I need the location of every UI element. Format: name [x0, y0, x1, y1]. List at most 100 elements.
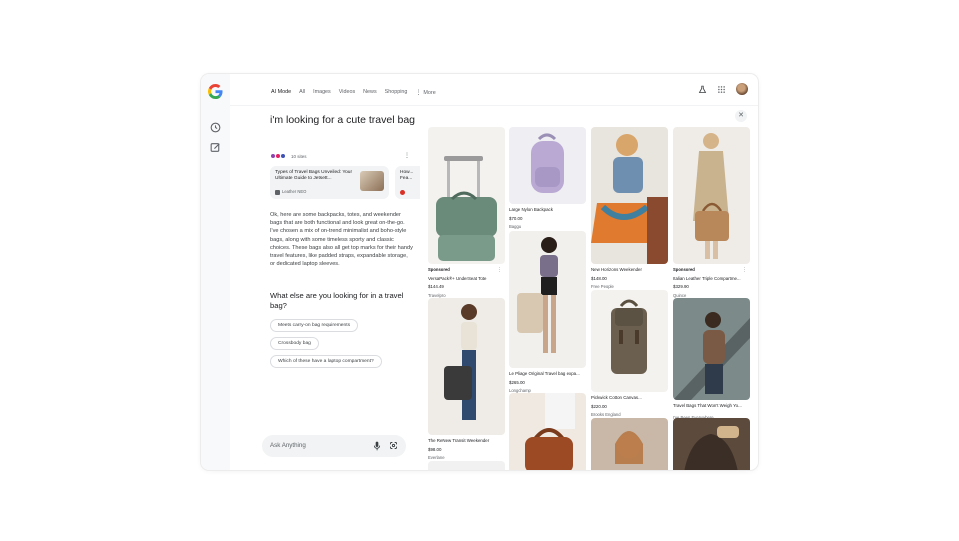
tab-images[interactable]: Images — [313, 89, 331, 96]
product-name: Large Nylon Backpack — [509, 207, 553, 212]
tab-ai-mode[interactable]: AI Mode — [271, 89, 291, 96]
tab-more[interactable]: ⋮ More — [415, 89, 435, 96]
product-image — [509, 393, 586, 470]
source-favicons — [270, 153, 286, 159]
product-tile[interactable] — [509, 393, 586, 470]
flask-icon[interactable] — [698, 85, 707, 94]
header-actions — [698, 83, 748, 95]
product-image — [509, 231, 586, 368]
conversation-panel: i'm looking for a cute travel bag 10 sit… — [270, 114, 420, 368]
google-logo[interactable] — [208, 84, 223, 99]
product-image — [673, 418, 750, 470]
product-tile[interactable]: Le Pliage Original Travel bag expa... $2… — [509, 231, 586, 394]
product-image — [673, 127, 750, 264]
product-price: $98.00 — [428, 446, 442, 452]
product-store: Baggu — [509, 224, 522, 230]
source-cards: Types of Travel Bags Unveiled: Your Ulti… — [270, 166, 420, 199]
sponsored-label: Sponsored — [428, 267, 450, 272]
product-image — [428, 127, 505, 264]
source-card[interactable]: Types of Travel Bags Unveiled: Your Ulti… — [270, 166, 389, 199]
product-tile[interactable] — [591, 418, 668, 470]
product-price: $329.90 — [673, 284, 689, 290]
tab-more-label: More — [423, 90, 436, 96]
bag-close-up-image — [684, 426, 739, 470]
ask-input-bar[interactable]: Ask Anything — [262, 435, 406, 457]
product-image — [428, 461, 505, 470]
product-tile[interactable]: Sponsored ⋮ Italian Leather Triple Compa… — [673, 127, 750, 298]
product-name: New Horizons Weekender — [591, 267, 642, 272]
left-rail — [201, 74, 230, 470]
avatar[interactable] — [736, 83, 748, 95]
product-price: $144.49 — [428, 284, 444, 290]
product-store: Free People — [591, 284, 614, 290]
more-options-icon[interactable]: ⋮ — [497, 267, 502, 273]
tab-videos[interactable]: Videos — [339, 89, 355, 96]
product-tile[interactable]: Travel Bags That Won't Weigh Yo... I've … — [673, 298, 750, 420]
product-price: $265.00 — [509, 379, 525, 385]
product-image — [509, 127, 586, 204]
microphone-icon[interactable] — [373, 441, 381, 451]
product-name: Le Pliage Original Travel bag expa... — [509, 371, 580, 376]
site-favicon-icon — [400, 190, 405, 195]
product-image — [591, 418, 668, 470]
new-chat-icon[interactable] — [209, 141, 222, 154]
model-with-tote-image — [444, 304, 477, 420]
product-image — [673, 298, 750, 400]
product-name: Italian Leather Triple Compartme... — [673, 275, 741, 281]
product-price: $220.00 — [591, 403, 607, 409]
canvas-backpack-image — [611, 299, 647, 374]
product-tile[interactable]: New Horizons Weekender $148.00 Free Peop… — [591, 127, 668, 290]
product-image — [591, 127, 668, 264]
duffel-bag-image — [436, 156, 497, 261]
suggestion-chip-carry-on[interactable]: Meets carry-on bag requirements — [270, 319, 359, 332]
tab-all[interactable]: All — [299, 89, 305, 96]
product-tile[interactable]: Pickwick Cotton Canvas... $220.00 Brooks… — [591, 290, 668, 418]
product-name: VersaPack®+ UnderSeat Tote — [428, 275, 487, 281]
sources-row[interactable]: 10 sites ⋮ — [270, 152, 410, 160]
product-name: The ReNew Transit Weekender — [428, 438, 490, 443]
suggestion-chip-crossbody[interactable]: Crossbody bag — [270, 337, 319, 350]
sponsored-label: Sponsored — [673, 267, 695, 272]
more-vert-icon: ⋮ — [415, 90, 422, 96]
product-image — [428, 298, 505, 435]
product-tile[interactable] — [673, 418, 750, 470]
model-with-leather-tote-image — [693, 133, 729, 259]
product-tile[interactable]: The ReNew Transit Weekender $98.00 Everl… — [428, 298, 505, 461]
source-card-site-name: Leather NEO — [282, 189, 307, 194]
backpack-on-escalator-image — [673, 312, 750, 400]
tab-shopping[interactable]: Shopping — [385, 89, 408, 96]
product-tile[interactable] — [428, 461, 505, 470]
product-name: Travel Bags That Won't Weigh Yo... — [673, 403, 742, 408]
lens-camera-icon[interactable] — [389, 441, 398, 450]
source-card[interactable]: How... Fea... — [395, 166, 420, 199]
source-card-site: Leather NEO — [275, 189, 306, 195]
more-options-icon[interactable]: ⋮ — [742, 267, 747, 273]
model-with-travel-bag-image — [517, 237, 558, 353]
sources-count: 10 sites — [291, 153, 307, 159]
product-store: Brooks England — [591, 412, 621, 418]
tab-news[interactable]: News — [363, 89, 376, 96]
suggestion-chip-laptop[interactable]: Which of these have a laptop compartment… — [270, 355, 382, 368]
apps-grid-icon[interactable] — [717, 85, 726, 94]
product-name: Pickwick Cotton Canvas... — [591, 395, 642, 400]
ai-answer-text: Ok, here are some backpacks, totes, and … — [270, 212, 413, 268]
product-tile[interactable]: Large Nylon Backpack $70.00 Baggu — [509, 127, 586, 230]
product-image — [591, 290, 668, 392]
ask-input[interactable]: Ask Anything — [270, 442, 306, 449]
backpack-image — [531, 133, 564, 193]
product-tile[interactable]: Sponsored ⋮ VersaPack®+ UnderSeat Tote $… — [428, 127, 505, 298]
model-portrait-image — [615, 431, 643, 464]
site-favicon-icon — [275, 189, 280, 195]
history-icon[interactable] — [209, 121, 222, 134]
source-card-title: How... Fea... — [400, 170, 414, 181]
more-options-icon[interactable]: ⋮ — [404, 152, 410, 159]
user-question: i'm looking for a cute travel bag — [270, 114, 415, 126]
close-button[interactable]: ✕ — [735, 110, 747, 122]
brown-bag-image — [525, 393, 575, 470]
search-tabs: AI Mode All Images Videos News Shopping … — [271, 89, 436, 96]
ai-mode-window: AI Mode All Images Videos News Shopping … — [201, 74, 758, 470]
followup-question: What else are you looking for in a trave… — [270, 291, 404, 310]
model-with-weekender-image — [591, 134, 668, 264]
product-store: Everlane — [428, 455, 445, 461]
product-price: $148.00 — [591, 275, 607, 281]
